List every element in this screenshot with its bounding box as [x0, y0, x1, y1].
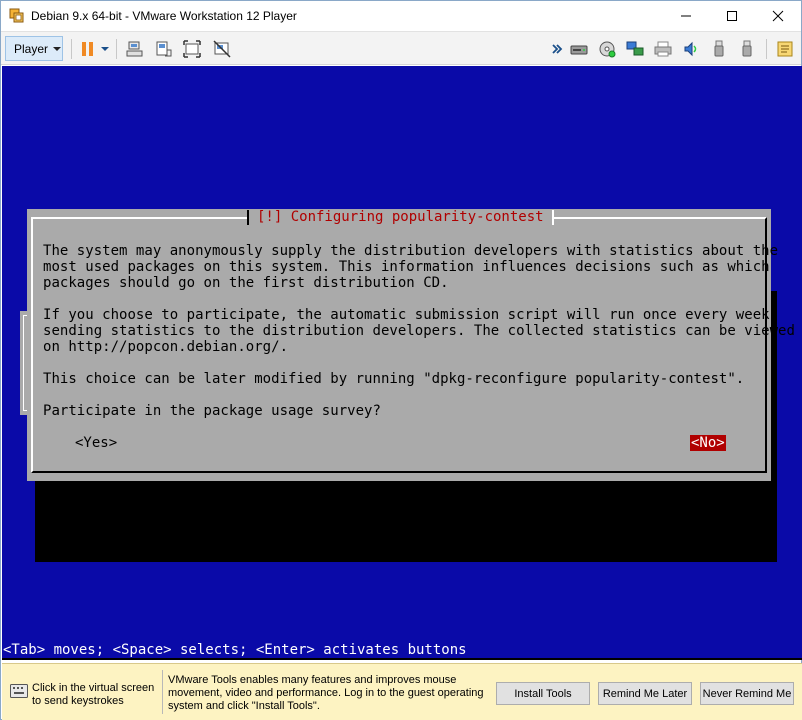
- install-tools-button[interactable]: Install Tools: [496, 682, 590, 705]
- remind-me-later-button[interactable]: Remind Me Later: [598, 682, 692, 705]
- title-bar[interactable]: Debian 9.x 64-bit - VMware Workstation 1…: [1, 1, 801, 31]
- cd-dvd-icon[interactable]: [598, 40, 616, 58]
- popularity-contest-dialog: [!] Configuring popularity-contest The s…: [27, 209, 795, 481]
- keyboard-help-line: <Tab> moves; <Space> selects; <Enter> ac…: [3, 642, 467, 658]
- toolbar-divider: [116, 39, 117, 59]
- dialog-paragraph-1: The system may anonymously supply the di…: [43, 243, 779, 291]
- hard-disk-icon[interactable]: [570, 40, 588, 58]
- keystroke-hint: Click in the virtual screen to send keys…: [32, 682, 155, 707]
- printer-icon[interactable]: [654, 40, 672, 58]
- pause-icon[interactable]: [79, 40, 97, 58]
- tools-message: VMware Tools enables many features and i…: [168, 674, 484, 712]
- dropdown-arrow-icon[interactable]: [100, 40, 110, 58]
- window-title: Debian 9.x 64-bit - VMware Workstation 1…: [31, 9, 297, 23]
- toolbar: Player: [1, 31, 801, 65]
- expand-devices-icon[interactable]: [551, 40, 563, 58]
- minimize-icon: [681, 15, 691, 17]
- maximize-icon: [727, 11, 737, 21]
- dialog-paragraph-3: This choice can be later modified by run…: [43, 371, 745, 387]
- unity-icon[interactable]: [213, 40, 231, 58]
- toolbar-divider: [71, 39, 72, 59]
- dialog-title: [!] Configuring popularity-contest: [247, 209, 554, 226]
- message-log-icon[interactable]: [776, 40, 794, 58]
- survey-question: Participate in the package usage survey?: [43, 403, 381, 419]
- fit-guest-icon[interactable]: [155, 40, 173, 58]
- send-ctrl-alt-del-icon[interactable]: [126, 40, 144, 58]
- yes-button[interactable]: <Yes>: [75, 435, 117, 451]
- usb-icon-2[interactable]: [738, 40, 756, 58]
- keyboard-icon: [10, 684, 28, 698]
- dialog-paragraph-2: If you choose to participate, the automa…: [43, 307, 795, 355]
- chevron-down-icon: [53, 46, 62, 51]
- console-bottom-bar: [2, 658, 802, 660]
- toolbar-divider: [766, 39, 767, 59]
- vmware-app-icon: [9, 8, 25, 24]
- sound-icon[interactable]: [682, 40, 700, 58]
- vmware-tools-notification-bar: Click in the virtual screen to send keys…: [2, 663, 802, 720]
- usb-icon[interactable]: [710, 40, 728, 58]
- close-icon: [772, 10, 784, 22]
- notification-divider: [162, 670, 163, 714]
- never-remind-me-button[interactable]: Never Remind Me: [700, 682, 794, 705]
- close-button[interactable]: [755, 1, 801, 31]
- player-menu-button[interactable]: Player: [5, 36, 63, 61]
- player-menu-label: Player: [14, 41, 49, 56]
- full-screen-icon[interactable]: [183, 40, 201, 58]
- no-button[interactable]: <No>: [690, 435, 726, 451]
- minimize-button[interactable]: [663, 1, 709, 31]
- virtual-machine-screen[interactable]: [!] Configuring popularity-contest The s…: [2, 66, 802, 660]
- vmware-player-window: Debian 9.x 64-bit - VMware Workstation 1…: [0, 0, 802, 720]
- network-icon[interactable]: [626, 40, 644, 58]
- maximize-button[interactable]: [709, 1, 755, 31]
